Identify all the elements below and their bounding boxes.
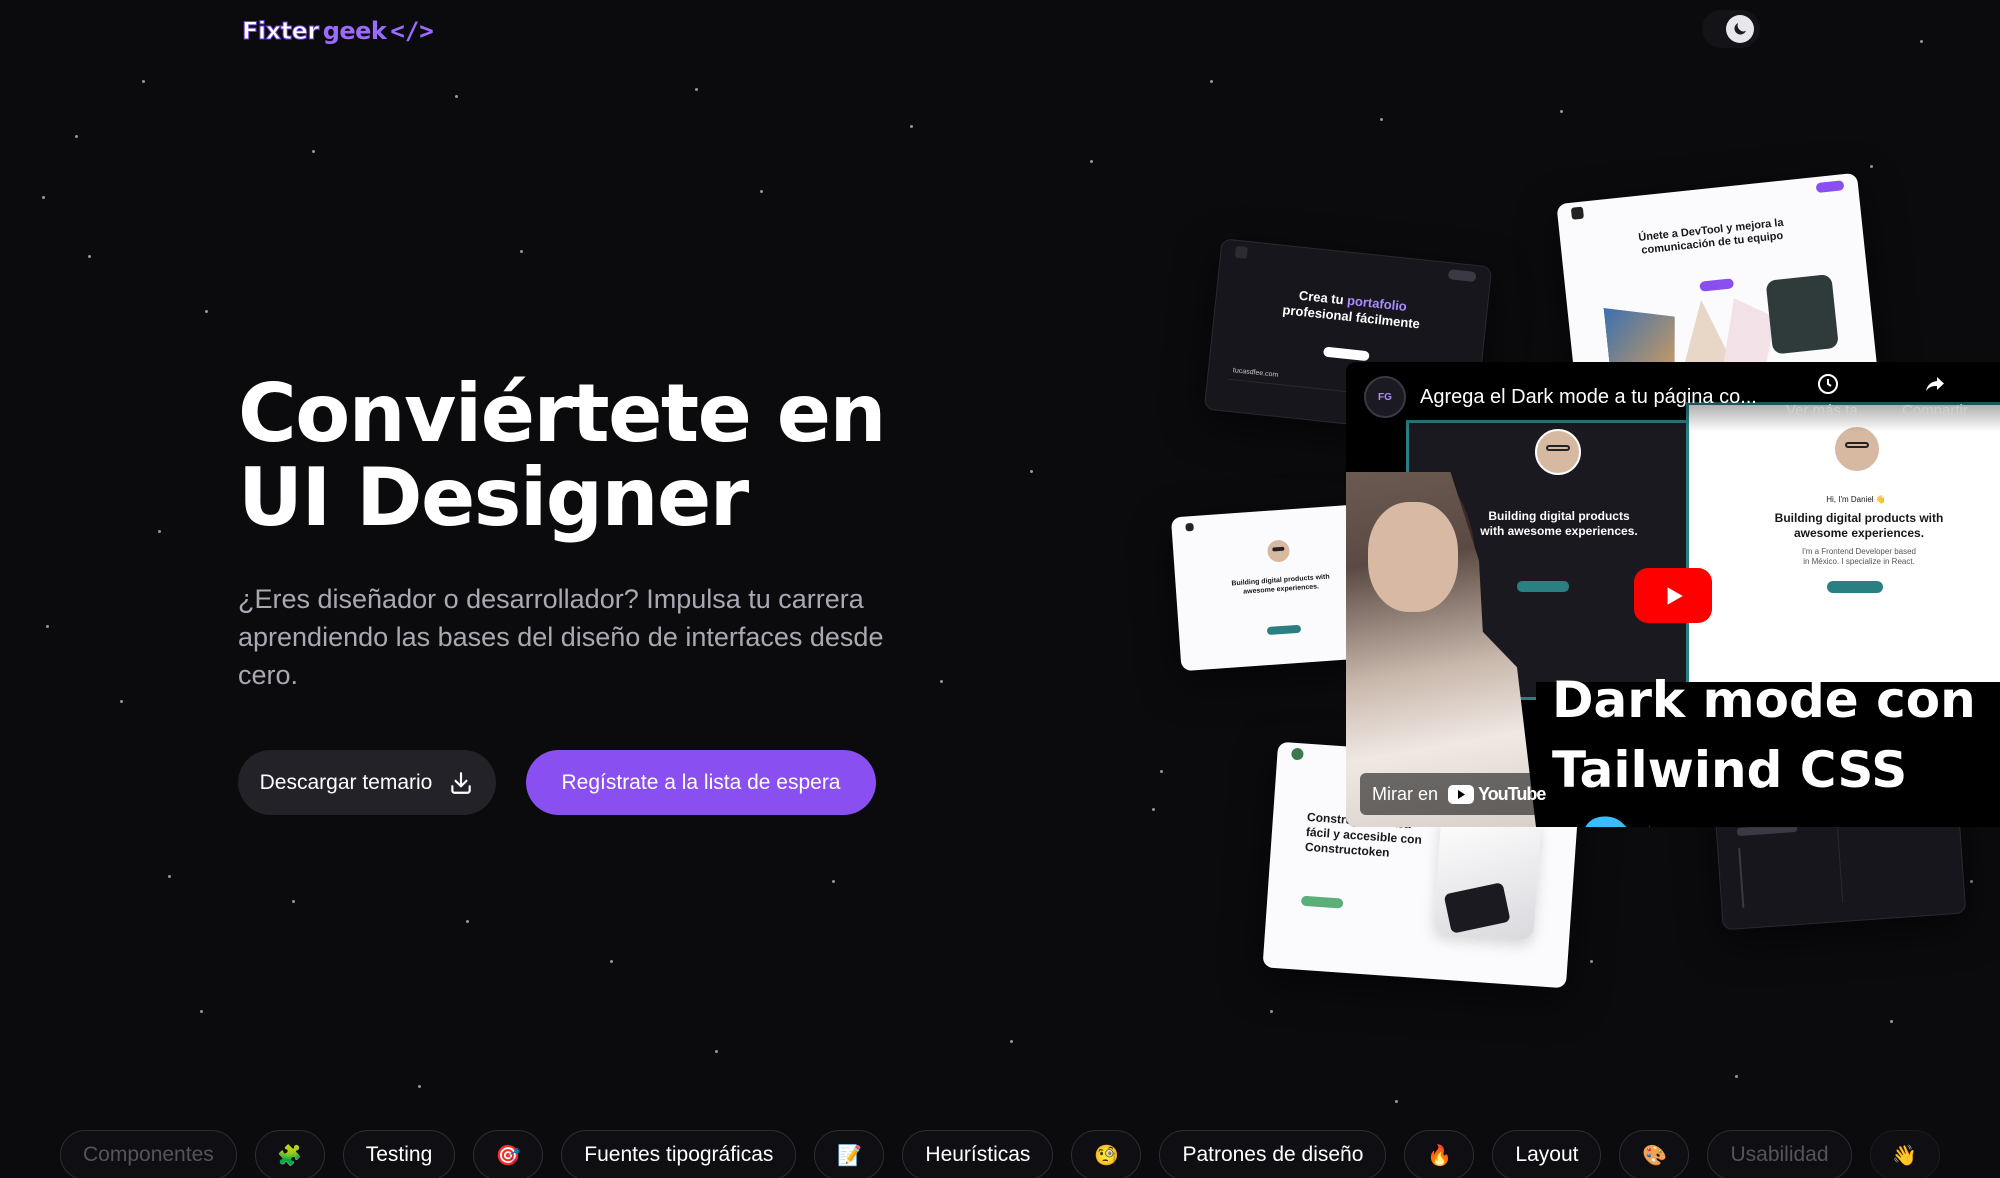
chip-componentes[interactable]: Componentes <box>60 1130 237 1178</box>
clock-icon <box>1818 374 1839 394</box>
portfolio-mockup-title: Crea tu portafolio profesional fácilment… <box>1281 287 1421 332</box>
watch-later-label: Ver más ta... <box>1786 402 1871 419</box>
share-label: Compartir <box>1902 402 1968 419</box>
hero-subtitle: ¿Eres diseñador o desarrollador? Impulsa… <box>238 584 884 690</box>
share-button[interactable]: Compartir <box>1902 372 1968 419</box>
dark-preview-title: Building digital products with awesome e… <box>1480 509 1638 538</box>
channel-avatar[interactable]: FG <box>1364 376 1406 418</box>
download-icon <box>451 771 472 794</box>
theme-toggle[interactable] <box>1702 10 1760 48</box>
logo-geek: geek <box>322 17 387 45</box>
chip-puzzle-icon[interactable]: 🧩 <box>254 1130 325 1178</box>
tailwind-logo-icon <box>1585 816 1650 827</box>
page-title-line2: UI Designer <box>238 451 749 544</box>
logo-code-brackets: </> <box>390 17 434 45</box>
avatar <box>1833 425 1881 473</box>
chip-thinking-face-icon[interactable]: 🧐 <box>1071 1130 1142 1178</box>
chip-fuentes-tipograficas[interactable]: Fuentes tipográficas <box>561 1130 797 1178</box>
chip-heuristicas[interactable]: Heurísticas <box>902 1130 1054 1178</box>
developer-mockup-title: Building digital products with awesome e… <box>1231 573 1330 596</box>
light-mode-preview: Hi, I'm Daniel 👋 Building digital produc… <box>1686 402 2000 702</box>
chip-testing[interactable]: Testing <box>342 1130 456 1178</box>
devtool-mockup-title: Únete a DevTool y mejora la comunicación… <box>1637 216 1785 257</box>
watch-later-button[interactable]: Ver más ta... <box>1786 372 1870 419</box>
portfolio-mockup-url: tucasdfee.com <box>1232 367 1279 379</box>
video-title[interactable]: Agrega el Dark mode a tu página co... <box>1420 386 1757 409</box>
chip-target-icon[interactable]: 🎯 <box>473 1130 544 1178</box>
chip-usabilidad[interactable]: Usabilidad <box>1707 1130 1852 1178</box>
light-preview-greeting: Hi, I'm Daniel 👋 <box>1826 495 1886 504</box>
logo-fixter: Fixter <box>242 17 320 46</box>
chip-patrones-de-diseno[interactable]: Patrones de diseño <box>1159 1130 1387 1178</box>
moon-icon <box>1726 15 1754 43</box>
watch-on-youtube-button[interactable]: Mirar en YouTube <box>1360 773 1558 815</box>
youtube-logo-icon: YouTube <box>1448 784 1546 805</box>
avatar <box>1535 429 1581 475</box>
chip-wave-icon[interactable]: 👋 <box>1869 1130 1940 1178</box>
avatar <box>1264 537 1293 565</box>
page-title: Conviértete en UI Designer <box>238 372 958 540</box>
download-syllabus-label: Descargar temario <box>259 770 433 794</box>
page-title-line1: Conviértete en <box>238 367 886 460</box>
chip-layout[interactable]: Layout <box>1492 1130 1602 1178</box>
chip-memo-icon[interactable]: 📝 <box>814 1130 885 1178</box>
logo[interactable]: Fixter geek </> <box>242 14 434 48</box>
video-overlay-title: Dark mode con Tailwind CSS <box>1552 665 1992 827</box>
play-button[interactable] <box>1634 568 1712 623</box>
download-syllabus-button[interactable]: Descargar temario <box>238 750 496 815</box>
register-waitlist-label: Regístrate a la lista de espera <box>561 770 841 794</box>
play-icon <box>1667 586 1683 605</box>
youtube-video-embed[interactable]: FG Agrega el Dark mode a tu página co...… <box>1346 362 2000 827</box>
light-preview-text: I'm a Frontend Developer based in México… <box>1801 547 1917 566</box>
chip-fire-icon[interactable]: 🔥 <box>1404 1130 1475 1178</box>
topic-chips-row: Componentes 🧩 Testing 🎯 Fuentes tipográf… <box>60 1130 1940 1178</box>
chip-palette-icon[interactable]: 🎨 <box>1619 1130 1690 1178</box>
watch-on-label: Mirar en <box>1372 783 1439 804</box>
light-preview-title: Building digital products with awesome e… <box>1774 511 1944 540</box>
share-icon <box>1925 377 1944 391</box>
register-waitlist-button[interactable]: Regístrate a la lista de espera <box>526 750 876 815</box>
